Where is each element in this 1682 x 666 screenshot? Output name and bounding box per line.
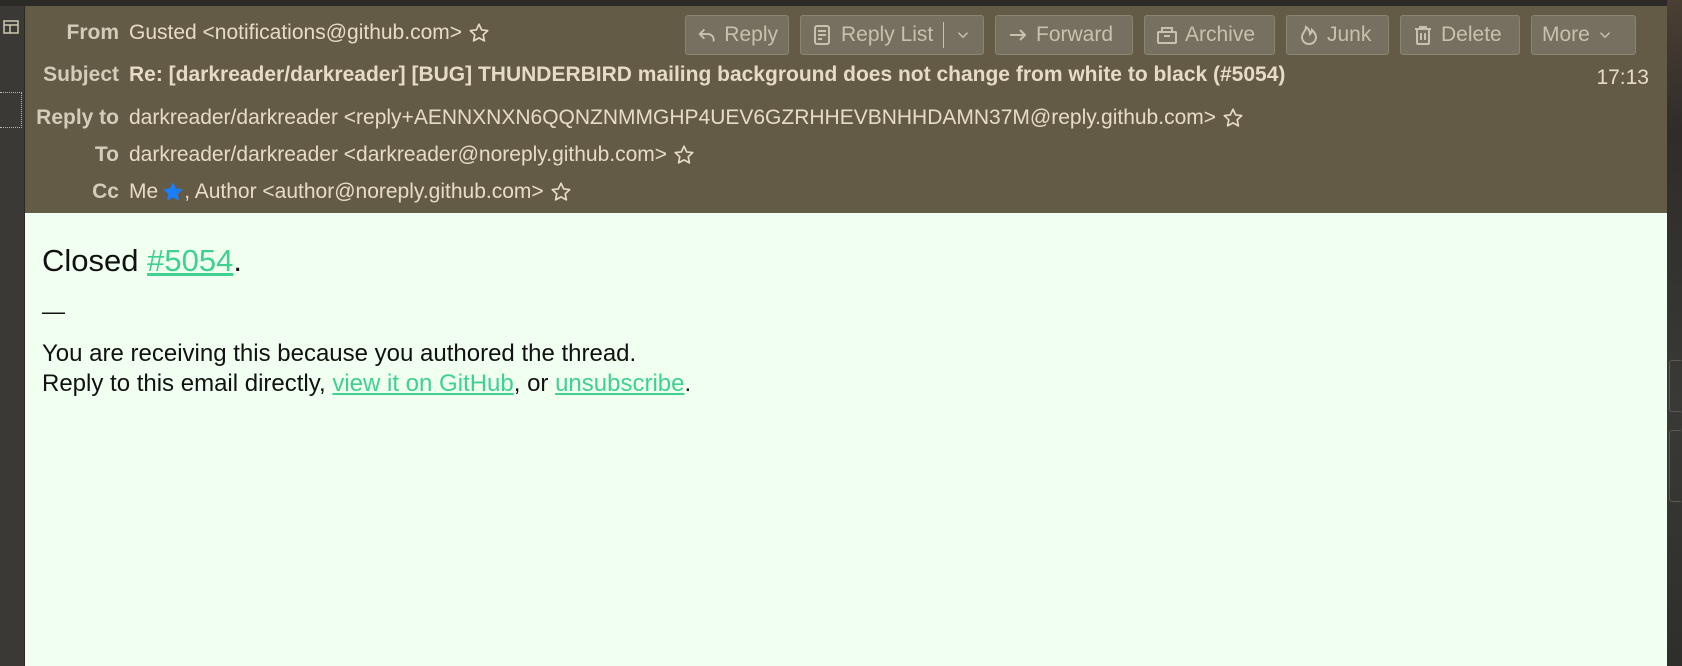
replyto-value[interactable]: darkreader/darkreader <reply+AENNXNXN6QQ… bbox=[129, 106, 1216, 130]
closed-line: Closed #5054. bbox=[42, 243, 242, 279]
edge-handle bbox=[1669, 360, 1681, 412]
view-on-github-link[interactable]: view it on GitHub bbox=[332, 370, 513, 397]
subject-value: Re: [darkreader/darkreader] [BUG] THUNDE… bbox=[129, 63, 1286, 86]
signature-dash: — bbox=[42, 298, 65, 324]
from-row: From Gusted <notifications@github.com> bbox=[25, 18, 490, 48]
from-value[interactable]: Gusted <notifications@github.com> bbox=[129, 21, 462, 45]
cc-row: Cc Me , Author <author@noreply.github.co… bbox=[25, 177, 572, 207]
delete-label: Delete bbox=[1441, 23, 1502, 46]
right-window-edge bbox=[1667, 0, 1682, 666]
receiving-notice: You are receiving this because you autho… bbox=[42, 340, 637, 367]
to-row: To darkreader/darkreader <darkreader@nor… bbox=[25, 140, 695, 170]
edge-handle bbox=[1669, 430, 1681, 502]
subject-row: Subject Re: [darkreader/darkreader] [BUG… bbox=[25, 60, 1285, 90]
reply-icon bbox=[698, 28, 715, 42]
split-separator bbox=[943, 22, 945, 48]
reply-list-icon bbox=[814, 25, 830, 45]
cc-rest[interactable]: , Author <author@noreply.github.com> bbox=[184, 180, 543, 204]
star-icon[interactable] bbox=[1222, 107, 1244, 129]
star-icon[interactable] bbox=[550, 181, 572, 203]
cc-me[interactable]: Me bbox=[129, 180, 158, 204]
forward-button[interactable]: Forward bbox=[995, 15, 1133, 55]
delete-button[interactable]: Delete bbox=[1400, 15, 1520, 55]
subject-label: Subject bbox=[43, 63, 119, 86]
forward-label: Forward bbox=[1036, 23, 1114, 46]
message-body: Closed #5054. — You are receiving this b… bbox=[25, 213, 1667, 666]
message-header: From Gusted <notifications@github.com> R… bbox=[25, 6, 1667, 213]
forward-icon bbox=[1010, 29, 1027, 41]
cc-label: Cc bbox=[92, 180, 119, 203]
blue-star-icon bbox=[162, 181, 184, 203]
junk-button[interactable]: Junk bbox=[1286, 15, 1389, 55]
star-icon[interactable] bbox=[468, 22, 490, 44]
closed-prefix: Closed bbox=[42, 243, 148, 278]
archive-label: Archive bbox=[1185, 23, 1256, 46]
closed-suffix: . bbox=[233, 243, 242, 278]
reply-list-label: Reply List bbox=[841, 23, 934, 46]
message-toolbar: Reply Reply List Forward Archive Junk De… bbox=[685, 15, 1636, 55]
reply-notice: Reply to this email directly, view it on… bbox=[42, 370, 691, 398]
reply-notice-prefix: Reply to this email directly, bbox=[42, 370, 333, 397]
flame-icon bbox=[1300, 25, 1318, 46]
to-value[interactable]: darkreader/darkreader <darkreader@norepl… bbox=[129, 143, 667, 167]
layout-icon[interactable] bbox=[2, 18, 20, 36]
trash-icon bbox=[1415, 26, 1431, 45]
chevron-down-icon bbox=[1599, 32, 1610, 39]
issue-link[interactable]: #5054 bbox=[147, 243, 233, 278]
unsubscribe-link[interactable]: unsubscribe bbox=[555, 370, 684, 397]
archive-icon bbox=[1157, 27, 1177, 44]
from-label: From bbox=[66, 21, 120, 44]
reply-list-button[interactable]: Reply List bbox=[800, 15, 984, 55]
archive-button[interactable]: Archive bbox=[1144, 15, 1275, 55]
reply-button[interactable]: Reply bbox=[685, 15, 789, 55]
message-time: 17:13 bbox=[1596, 66, 1649, 89]
reply-label: Reply bbox=[724, 23, 778, 46]
replyto-row: Reply to darkreader/darkreader <reply+AE… bbox=[25, 103, 1244, 133]
more-label: More bbox=[1542, 23, 1590, 46]
star-icon[interactable] bbox=[673, 144, 695, 166]
reply-notice-mid: , or bbox=[513, 370, 556, 397]
to-label: To bbox=[94, 143, 119, 166]
more-button[interactable]: More bbox=[1531, 15, 1636, 55]
left-pane-edge bbox=[0, 6, 25, 666]
chevron-down-icon[interactable] bbox=[954, 26, 972, 44]
junk-label: Junk bbox=[1327, 23, 1372, 46]
selected-message-outline bbox=[0, 92, 22, 128]
replyto-label: Reply to bbox=[36, 106, 119, 129]
reply-notice-suffix: . bbox=[684, 370, 692, 397]
